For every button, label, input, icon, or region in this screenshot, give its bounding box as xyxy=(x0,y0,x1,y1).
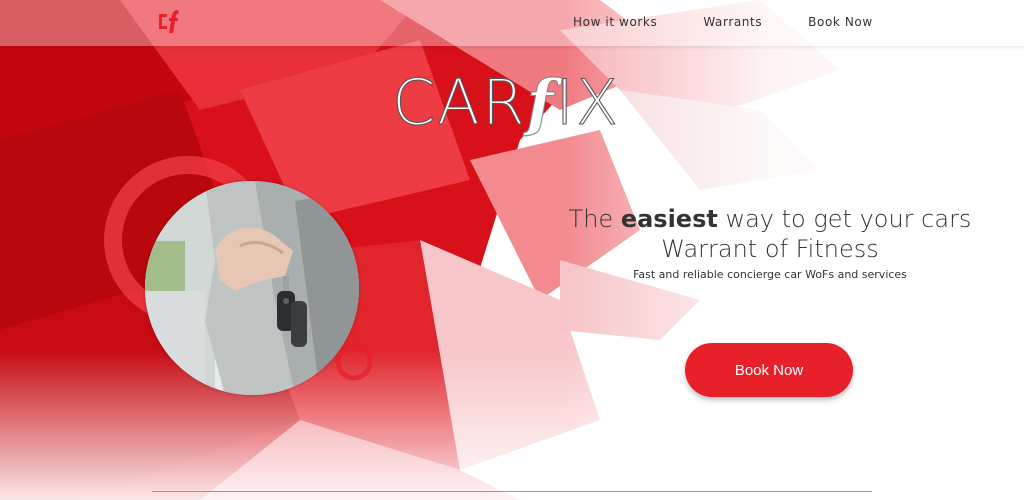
nav-warrants[interactable]: Warrants xyxy=(703,15,762,29)
navbar: How it works Warrants Book Now xyxy=(0,0,1024,46)
car-keys-image xyxy=(145,181,359,395)
brand-word-suffix: IX xyxy=(555,66,621,139)
headline-prefix: The xyxy=(568,205,621,233)
brand-word-prefix: CAR xyxy=(392,66,527,139)
headline-line2: Warrant of Fitness xyxy=(661,235,879,263)
hero-photo xyxy=(145,181,359,395)
hero-subline: Fast and reliable concierge car WoFs and… xyxy=(633,268,907,281)
book-now-button[interactable]: Book Now xyxy=(685,343,853,397)
brand-wordmark: CARfIX xyxy=(392,71,620,134)
nav-how-it-works[interactable]: How it works xyxy=(573,15,657,29)
carfix-logo[interactable] xyxy=(156,6,192,36)
page: How it works Warrants Book Now CARfIX Th… xyxy=(0,0,1024,500)
section-divider xyxy=(152,491,872,492)
nav-links: How it works Warrants Book Now xyxy=(560,15,919,29)
nav-book-now[interactable]: Book Now xyxy=(808,15,873,29)
brand-word-f: f xyxy=(526,66,556,139)
headline-rest: way to get your cars xyxy=(717,205,972,233)
headline-strong: easiest xyxy=(620,205,718,233)
hero-headline: The easiest way to get your cars Warrant… xyxy=(560,204,980,264)
